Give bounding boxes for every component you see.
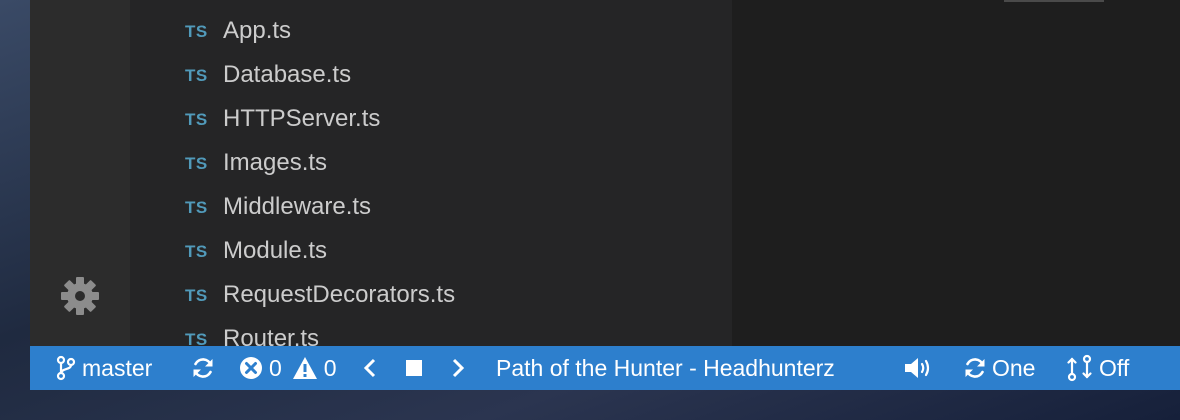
repeat-toggle[interactable]: One (963, 346, 1035, 390)
error-count: 0 (269, 354, 282, 381)
editor-area (732, 0, 1180, 346)
shuffle-icon (1067, 354, 1093, 382)
file-name: Middleware.ts (223, 193, 372, 220)
file-item[interactable]: TS RequestDecorators.ts (130, 269, 732, 313)
shuffle-state: Off (1099, 354, 1130, 381)
activity-bar (30, 0, 130, 346)
file-item[interactable]: TS Database.ts (130, 49, 732, 93)
typescript-file-icon: TS (185, 22, 208, 41)
file-name: HTTPServer.ts (223, 105, 381, 132)
song-title: Path of the Hunter - Headhunterz (496, 354, 835, 381)
problems-indicator[interactable]: 0 0 (239, 346, 337, 390)
typescript-file-icon: TS (185, 66, 208, 85)
branch-name: master (82, 354, 153, 381)
chevron-right-icon (451, 358, 465, 378)
file-name: Module.ts (223, 237, 328, 264)
file-name: Router.ts (223, 325, 320, 346)
stop-icon (406, 360, 422, 376)
typescript-file-icon: TS (185, 242, 208, 261)
file-item[interactable]: TS App.ts (130, 5, 732, 49)
file-name: App.ts (223, 17, 292, 44)
now-playing[interactable]: Path of the Hunter - Headhunterz (496, 346, 835, 390)
typescript-file-icon: TS (185, 286, 208, 305)
branch-indicator[interactable]: master (56, 346, 152, 390)
chevron-left-icon (363, 358, 377, 378)
next-track-button[interactable] (451, 346, 465, 390)
file-name: Images.ts (223, 149, 328, 176)
git-branch-icon (56, 355, 76, 381)
volume-button[interactable] (903, 346, 933, 390)
error-icon (239, 356, 263, 380)
file-name: Database.ts (223, 61, 352, 88)
file-item[interactable]: TS Module.ts (130, 225, 732, 269)
file-item[interactable]: TS Router.ts (130, 313, 732, 346)
sync-icon (191, 356, 215, 380)
file-name: RequestDecorators.ts (223, 281, 456, 308)
file-item[interactable]: TS Middleware.ts (130, 181, 732, 225)
gear-icon[interactable] (58, 274, 102, 318)
typescript-file-icon: TS (185, 110, 208, 129)
typescript-file-icon: TS (185, 154, 208, 173)
file-item[interactable]: TS Images.ts (130, 137, 732, 181)
stop-button[interactable] (406, 346, 422, 390)
typescript-file-icon: TS (185, 198, 208, 217)
repeat-mode: One (992, 354, 1036, 381)
shuffle-toggle[interactable]: Off (1067, 346, 1129, 390)
file-item[interactable]: TS HTTPServer.ts (130, 93, 732, 137)
volume-icon (903, 356, 933, 380)
previous-track-button[interactable] (363, 346, 377, 390)
status-bar: master 0 0 Path of the Hunter - Headhunt… (30, 346, 1180, 390)
typescript-file-icon: TS (185, 330, 208, 346)
vscode-window: TS App.ts TS Database.ts TS HTTPServer.t… (30, 0, 1180, 390)
minimap-slider[interactable] (1004, 0, 1104, 2)
explorer-file-list: TS App.ts TS Database.ts TS HTTPServer.t… (130, 0, 732, 346)
repeat-icon (963, 356, 987, 380)
sync-button[interactable] (191, 346, 215, 390)
warning-icon (292, 356, 318, 380)
warning-count: 0 (323, 354, 337, 381)
